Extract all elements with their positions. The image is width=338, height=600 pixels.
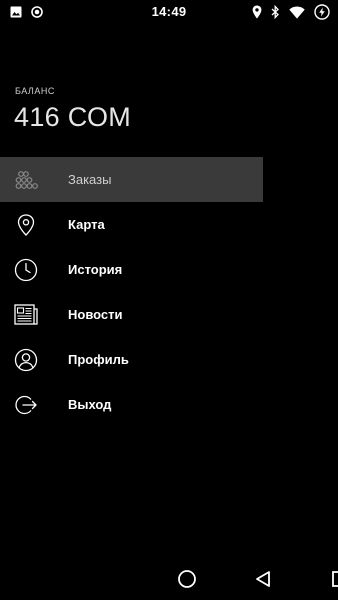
menu-item-label: Карта (68, 217, 105, 232)
menu-item-logout[interactable]: Выход (0, 382, 263, 427)
screen: 14:49 БАЛАНС 416 СОМ Заказы Карта Истори… (0, 0, 338, 600)
balance-label: БАЛАНС (15, 86, 55, 96)
back-icon[interactable] (252, 568, 274, 590)
user-icon (14, 348, 38, 372)
recent-apps-icon[interactable] (326, 568, 338, 590)
menu-item-map[interactable]: Карта (0, 202, 263, 247)
grid-dots-icon (14, 168, 38, 192)
map-pin-icon (14, 213, 38, 237)
menu-item-label: История (68, 262, 123, 277)
status-time: 14:49 (151, 4, 187, 19)
clock-icon (14, 258, 38, 282)
menu-item-label: Новости (68, 307, 123, 322)
menu-item-news[interactable]: Новости (0, 292, 263, 337)
menu-item-label: Выход (68, 397, 112, 412)
balance-value: 416 СОМ (14, 102, 132, 132)
menu-item-label: Заказы (68, 172, 112, 187)
menu-item-profile[interactable]: Профиль (0, 337, 263, 382)
navigation-bar (0, 558, 338, 600)
navigation-drawer: БАЛАНС 416 СОМ Заказы Карта История Ново… (0, 24, 263, 558)
drawer-menu: Заказы Карта История Новости Профиль Вых… (0, 157, 263, 427)
menu-item-label: Профиль (68, 352, 129, 367)
logout-icon (14, 393, 38, 417)
newspaper-icon (14, 303, 38, 327)
menu-item-orders[interactable]: Заказы (0, 157, 263, 202)
menu-item-history[interactable]: История (0, 247, 263, 292)
home-icon[interactable] (176, 568, 198, 590)
